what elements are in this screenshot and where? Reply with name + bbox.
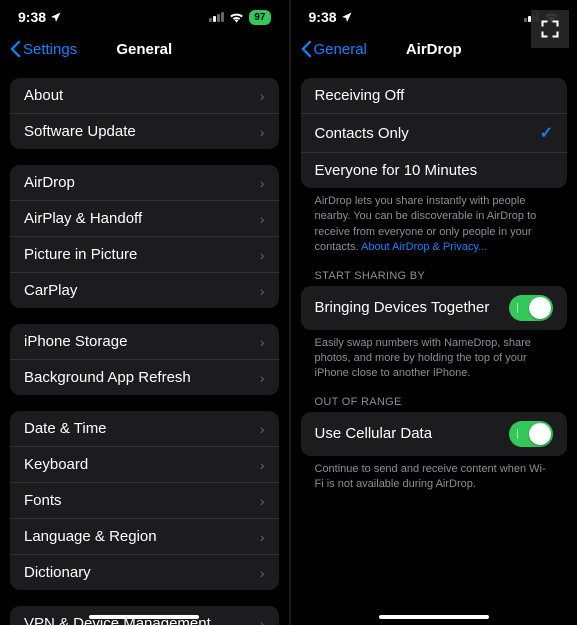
row-fonts[interactable]: Fonts› [10,483,279,519]
row-carplay[interactable]: CarPlay› [10,273,279,308]
page-title: General [116,41,172,58]
back-button[interactable]: General [301,40,367,58]
home-indicator[interactable] [89,615,199,619]
section-header-out-of-range: OUT OF RANGE [301,384,568,412]
toggle-cellular-data[interactable] [509,421,553,447]
group-connectivity: AirDrop› AirPlay & Handoff› Picture in P… [10,165,279,308]
location-icon [341,11,353,23]
out-of-range-footer: Continue to send and receive content whe… [301,456,568,495]
back-label: Settings [23,41,77,58]
section-header-start-sharing: START SHARING BY [301,258,568,286]
group-receiving: Receiving Off Contacts Only✓ Everyone fo… [301,78,568,188]
fullscreen-button[interactable] [531,10,569,48]
status-bar: 9:38 97 [0,0,289,30]
phone-left-general: 9:38 97 Settings General About› Software… [0,0,289,625]
row-keyboard[interactable]: Keyboard› [10,447,279,483]
airdrop-list: Receiving Off Contacts Only✓ Everyone fo… [291,68,577,625]
chevron-right-icon: › [260,247,265,263]
row-contacts-only[interactable]: Contacts Only✓ [301,114,568,153]
settings-list: About› Software Update› AirDrop› AirPlay… [0,68,289,625]
row-software-update[interactable]: Software Update› [10,114,279,149]
group-start-sharing: Bringing Devices Together [301,286,568,330]
row-picture-in-picture[interactable]: Picture in Picture› [10,237,279,273]
group-about: About› Software Update› [10,78,279,149]
phone-right-airdrop: 9:38 General AirDrop Receiving Off Conta… [289,0,577,625]
row-use-cellular-data: Use Cellular Data [301,412,568,456]
row-date-time[interactable]: Date & Time› [10,411,279,447]
row-receiving-off[interactable]: Receiving Off [301,78,568,114]
group-storage: iPhone Storage› Background App Refresh› [10,324,279,395]
receiving-footer: AirDrop lets you share instantly with pe… [301,188,568,258]
chevron-right-icon: › [260,370,265,386]
row-bringing-devices-together: Bringing Devices Together [301,286,568,330]
toggle-bringing-devices[interactable] [509,295,553,321]
wifi-icon [229,11,244,23]
chevron-right-icon: › [260,529,265,545]
group-out-of-range: Use Cellular Data [301,412,568,456]
home-indicator[interactable] [379,615,489,619]
chevron-right-icon: › [260,88,265,104]
group-localization: Date & Time› Keyboard› Fonts› Language &… [10,411,279,590]
status-time: 9:38 [18,9,46,25]
chevron-right-icon: › [260,175,265,191]
chevron-right-icon: › [260,493,265,509]
start-sharing-footer: Easily swap numbers with NameDrop, share… [301,330,568,384]
chevron-right-icon: › [260,211,265,227]
cellular-signal-icon [209,12,224,22]
location-icon [50,11,62,23]
checkmark-icon: ✓ [540,123,553,143]
back-button[interactable]: Settings [10,40,77,58]
row-about[interactable]: About› [10,78,279,114]
page-title: AirDrop [406,41,462,58]
row-language-region[interactable]: Language & Region› [10,519,279,555]
about-airdrop-privacy-link[interactable]: About AirDrop & Privacy... [361,241,487,253]
nav-bar: Settings General [0,30,289,68]
row-iphone-storage[interactable]: iPhone Storage› [10,324,279,360]
expand-icon [540,19,560,39]
battery-indicator: 97 [249,10,270,25]
chevron-left-icon [10,40,21,58]
chevron-right-icon: › [260,334,265,350]
row-dictionary[interactable]: Dictionary› [10,555,279,590]
status-time: 9:38 [309,9,337,25]
row-background-app-refresh[interactable]: Background App Refresh› [10,360,279,395]
row-airdrop[interactable]: AirDrop› [10,165,279,201]
chevron-right-icon: › [260,457,265,473]
chevron-left-icon [301,40,312,58]
chevron-right-icon: › [260,283,265,299]
chevron-right-icon: › [260,124,265,140]
chevron-right-icon: › [260,421,265,437]
chevron-right-icon: › [260,565,265,581]
row-everyone-10-min[interactable]: Everyone for 10 Minutes [301,153,568,188]
chevron-right-icon: › [260,616,265,625]
row-airplay-handoff[interactable]: AirPlay & Handoff› [10,201,279,237]
back-label: General [314,41,367,58]
